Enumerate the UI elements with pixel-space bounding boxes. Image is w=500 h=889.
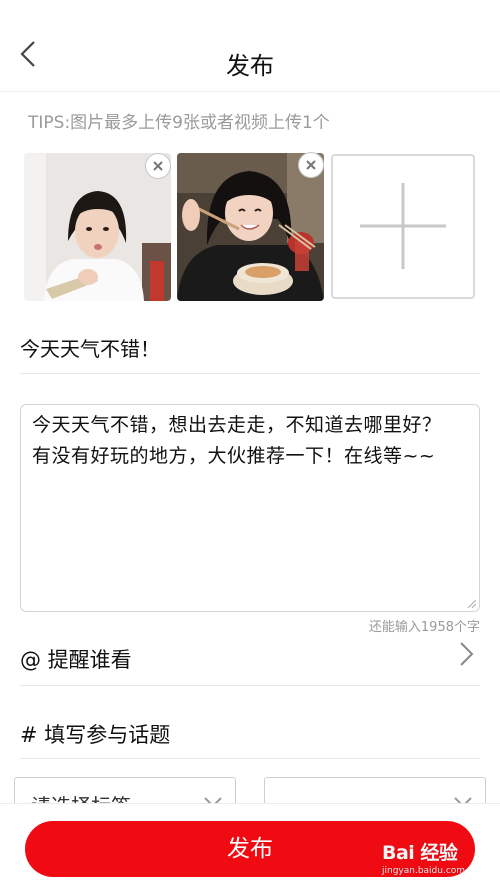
remove-photo-1-button[interactable] [145,153,171,179]
divider [20,373,480,374]
remind-who-row[interactable]: @ 提醒谁看 [20,644,132,674]
remove-photo-2-button[interactable] [298,152,324,178]
plus-icon [360,183,446,269]
page-title: 发布 [226,52,274,80]
watermark: Bai 经验 jingyan.baidu.com [382,834,494,884]
upload-tips: TIPS:图片最多上传9张或者视频上传1个 [28,113,330,133]
divider [20,685,480,686]
watermark-brand: Bai 经验 [382,842,458,864]
header: 发布 [0,0,500,92]
content-line-1: 今天天气不错，想出去走走，不知道去哪里好？ [32,414,442,436]
add-media-button[interactable] [331,154,475,299]
resize-handle-icon[interactable] [468,600,476,608]
post-title-field[interactable]: 今天天气不错！ [20,333,160,362]
chevron-right-icon[interactable] [456,640,476,668]
footer: 发布 Bai 经验 jingyan.baidu.com [0,803,500,889]
post-content-textarea[interactable]: 今天天气不错，想出去走走，不知道去哪里好？ 有没有好玩的地方，大伙推荐一下！在线… [20,404,480,612]
close-icon [306,160,316,170]
watermark-url: jingyan.baidu.com [382,866,466,876]
close-icon [153,161,163,171]
content-line-2: 有没有好玩的地方，大伙推荐一下！在线等~~ [32,445,436,467]
char-counter: 还能输入1958个字 [368,620,480,635]
topic-row[interactable]: # 填写参与话题 [20,719,170,749]
divider [20,758,480,759]
